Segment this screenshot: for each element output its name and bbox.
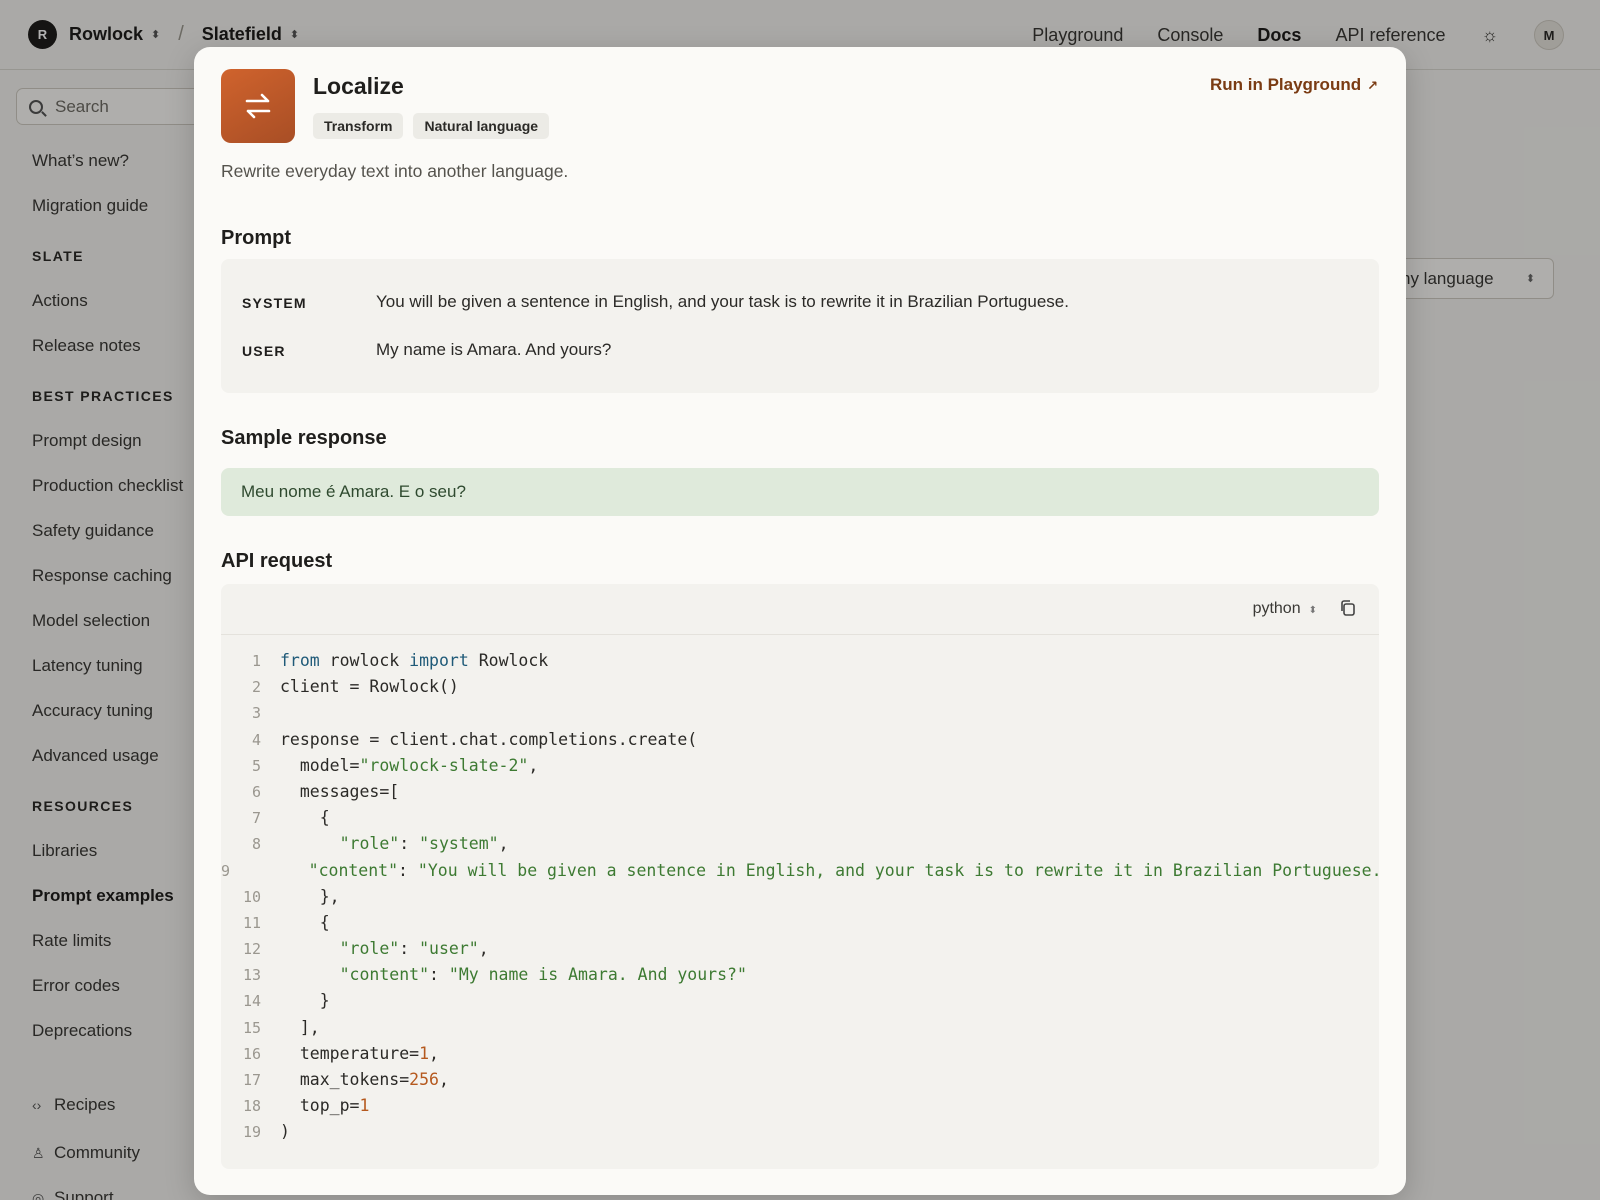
tag-natural-language: Natural language <box>413 113 550 139</box>
code-line: 1 from rowlock import Rowlock <box>221 648 1379 674</box>
line-number: 18 <box>242 1097 261 1116</box>
code-language-value: python <box>1252 600 1301 617</box>
user-message: My name is Amara. And yours? <box>376 340 612 359</box>
line-number: 7 <box>251 809 261 828</box>
code-block-header: python ⬍ <box>221 584 1379 635</box>
line-number: 16 <box>242 1044 261 1063</box>
modal-title: Localize <box>313 73 404 99</box>
line-number: 1 <box>251 652 261 670</box>
line-number: 17 <box>242 1071 261 1089</box>
code-lines: 1 from rowlock import Rowlock 2 client = Ro… <box>221 648 1379 1146</box>
code-text: }, <box>280 886 340 906</box>
code-line: 12 "role": "user", <box>221 936 1379 962</box>
copy-icon[interactable] <box>1339 599 1357 617</box>
user-role-label: USER <box>242 343 286 359</box>
line-number: 6 <box>251 782 261 801</box>
system-role-label: SYSTEM <box>242 295 307 311</box>
code-line: 6 messages=[ <box>221 779 1379 805</box>
code-text: from rowlock import Rowlock <box>280 651 549 670</box>
code-text: } <box>280 991 330 1011</box>
code-block: python ⬍ 1 from rowlock import Rowlock 2 cli… <box>221 584 1379 1169</box>
code-line: 17 max_tokens=256, <box>221 1067 1379 1093</box>
code-text: model="rowlock-slate-2", <box>280 755 539 775</box>
prompt-box: SYSTEM You will be given a sentence in E… <box>221 259 1379 393</box>
code-text: ) <box>280 1122 290 1142</box>
code-line: 19) <box>221 1119 1379 1145</box>
code-line: 7 { <box>221 805 1379 831</box>
code-text: "role": "user", <box>339 939 489 959</box>
code-text: client = Rowlock() <box>280 677 459 697</box>
run-in-playground-link[interactable]: Run in Playground ↗ <box>1210 75 1378 95</box>
code-line: 5 model="rowlock-slate-2", <box>221 753 1379 779</box>
run-in-playground-label: Run in Playground <box>1209 75 1362 94</box>
code-text: { <box>280 808 330 828</box>
code-line: 14 } <box>221 988 1379 1014</box>
code-text: "content": "You will be given a sentence… <box>308 860 1379 880</box>
code-line: 10 }, <box>221 884 1379 910</box>
code-text: ], <box>280 1017 320 1037</box>
api-request-heading: API request <box>221 550 333 572</box>
code-line: 2 client = Rowlock() <box>221 674 1379 700</box>
code-language-select[interactable]: python ⬍ <box>1253 600 1317 618</box>
line-number: 15 <box>242 1018 261 1037</box>
line-number: 4 <box>251 730 261 749</box>
line-number: 9 <box>221 861 231 880</box>
prompt-example-modal: Localize Transform Natural language Run … <box>194 47 1406 1195</box>
line-number: 19 <box>242 1123 261 1142</box>
line-number: 2 <box>251 678 261 697</box>
chevron-updown-icon: ⬍ <box>1308 605 1317 616</box>
line-number: 14 <box>242 992 261 1011</box>
sample-response: Meu nome é Amara. E o seu? <box>221 468 1379 516</box>
code-text: messages=[ <box>280 781 400 801</box>
tag-transform: Transform <box>313 113 404 139</box>
code-line: 9 "content": "You will be given a senten… <box>221 858 1379 884</box>
line-number: 5 <box>251 756 261 775</box>
code-line: 16 temperature=1, <box>221 1041 1379 1067</box>
line-number: 3 <box>251 704 261 723</box>
code-text: { <box>280 912 330 932</box>
code-text: "content": "My name is Amara. And yours?… <box>339 965 747 985</box>
external-arrow-icon: ↗ <box>1367 78 1378 93</box>
code-line: 15 ], <box>221 1015 1379 1041</box>
code-line: 4 response = client.chat.completions.crea… <box>221 727 1379 753</box>
line-number: 12 <box>242 940 261 959</box>
line-number: 8 <box>251 835 261 854</box>
code-line: 11 { <box>221 910 1379 936</box>
tag-list: Transform Natural language <box>313 113 559 139</box>
code-line: 8 "role": "system", <box>221 831 1379 857</box>
code-line: 3 <box>221 700 1379 726</box>
prompt-heading: Prompt <box>221 227 291 249</box>
code-text: response = client.chat.completions.creat… <box>280 729 698 749</box>
code-line: 18 top_p=1 <box>221 1093 1379 1119</box>
line-number: 10 <box>242 887 261 906</box>
line-number: 13 <box>242 966 261 985</box>
line-number: 11 <box>242 913 261 932</box>
code-text: top_p=1 <box>280 1096 370 1116</box>
code-text: max_tokens=256, <box>280 1070 449 1089</box>
modal-description: Rewrite everyday text into another langu… <box>221 161 569 181</box>
system-message: You will be given a sentence in English,… <box>376 292 1069 311</box>
code-text: temperature=1, <box>280 1043 439 1063</box>
transform-arrows-icon <box>221 69 295 143</box>
code-line: 13 "content": "My name is Amara. And you… <box>221 962 1379 988</box>
code-text: "role": "system", <box>339 834 509 854</box>
sample-response-heading: Sample response <box>221 427 387 449</box>
